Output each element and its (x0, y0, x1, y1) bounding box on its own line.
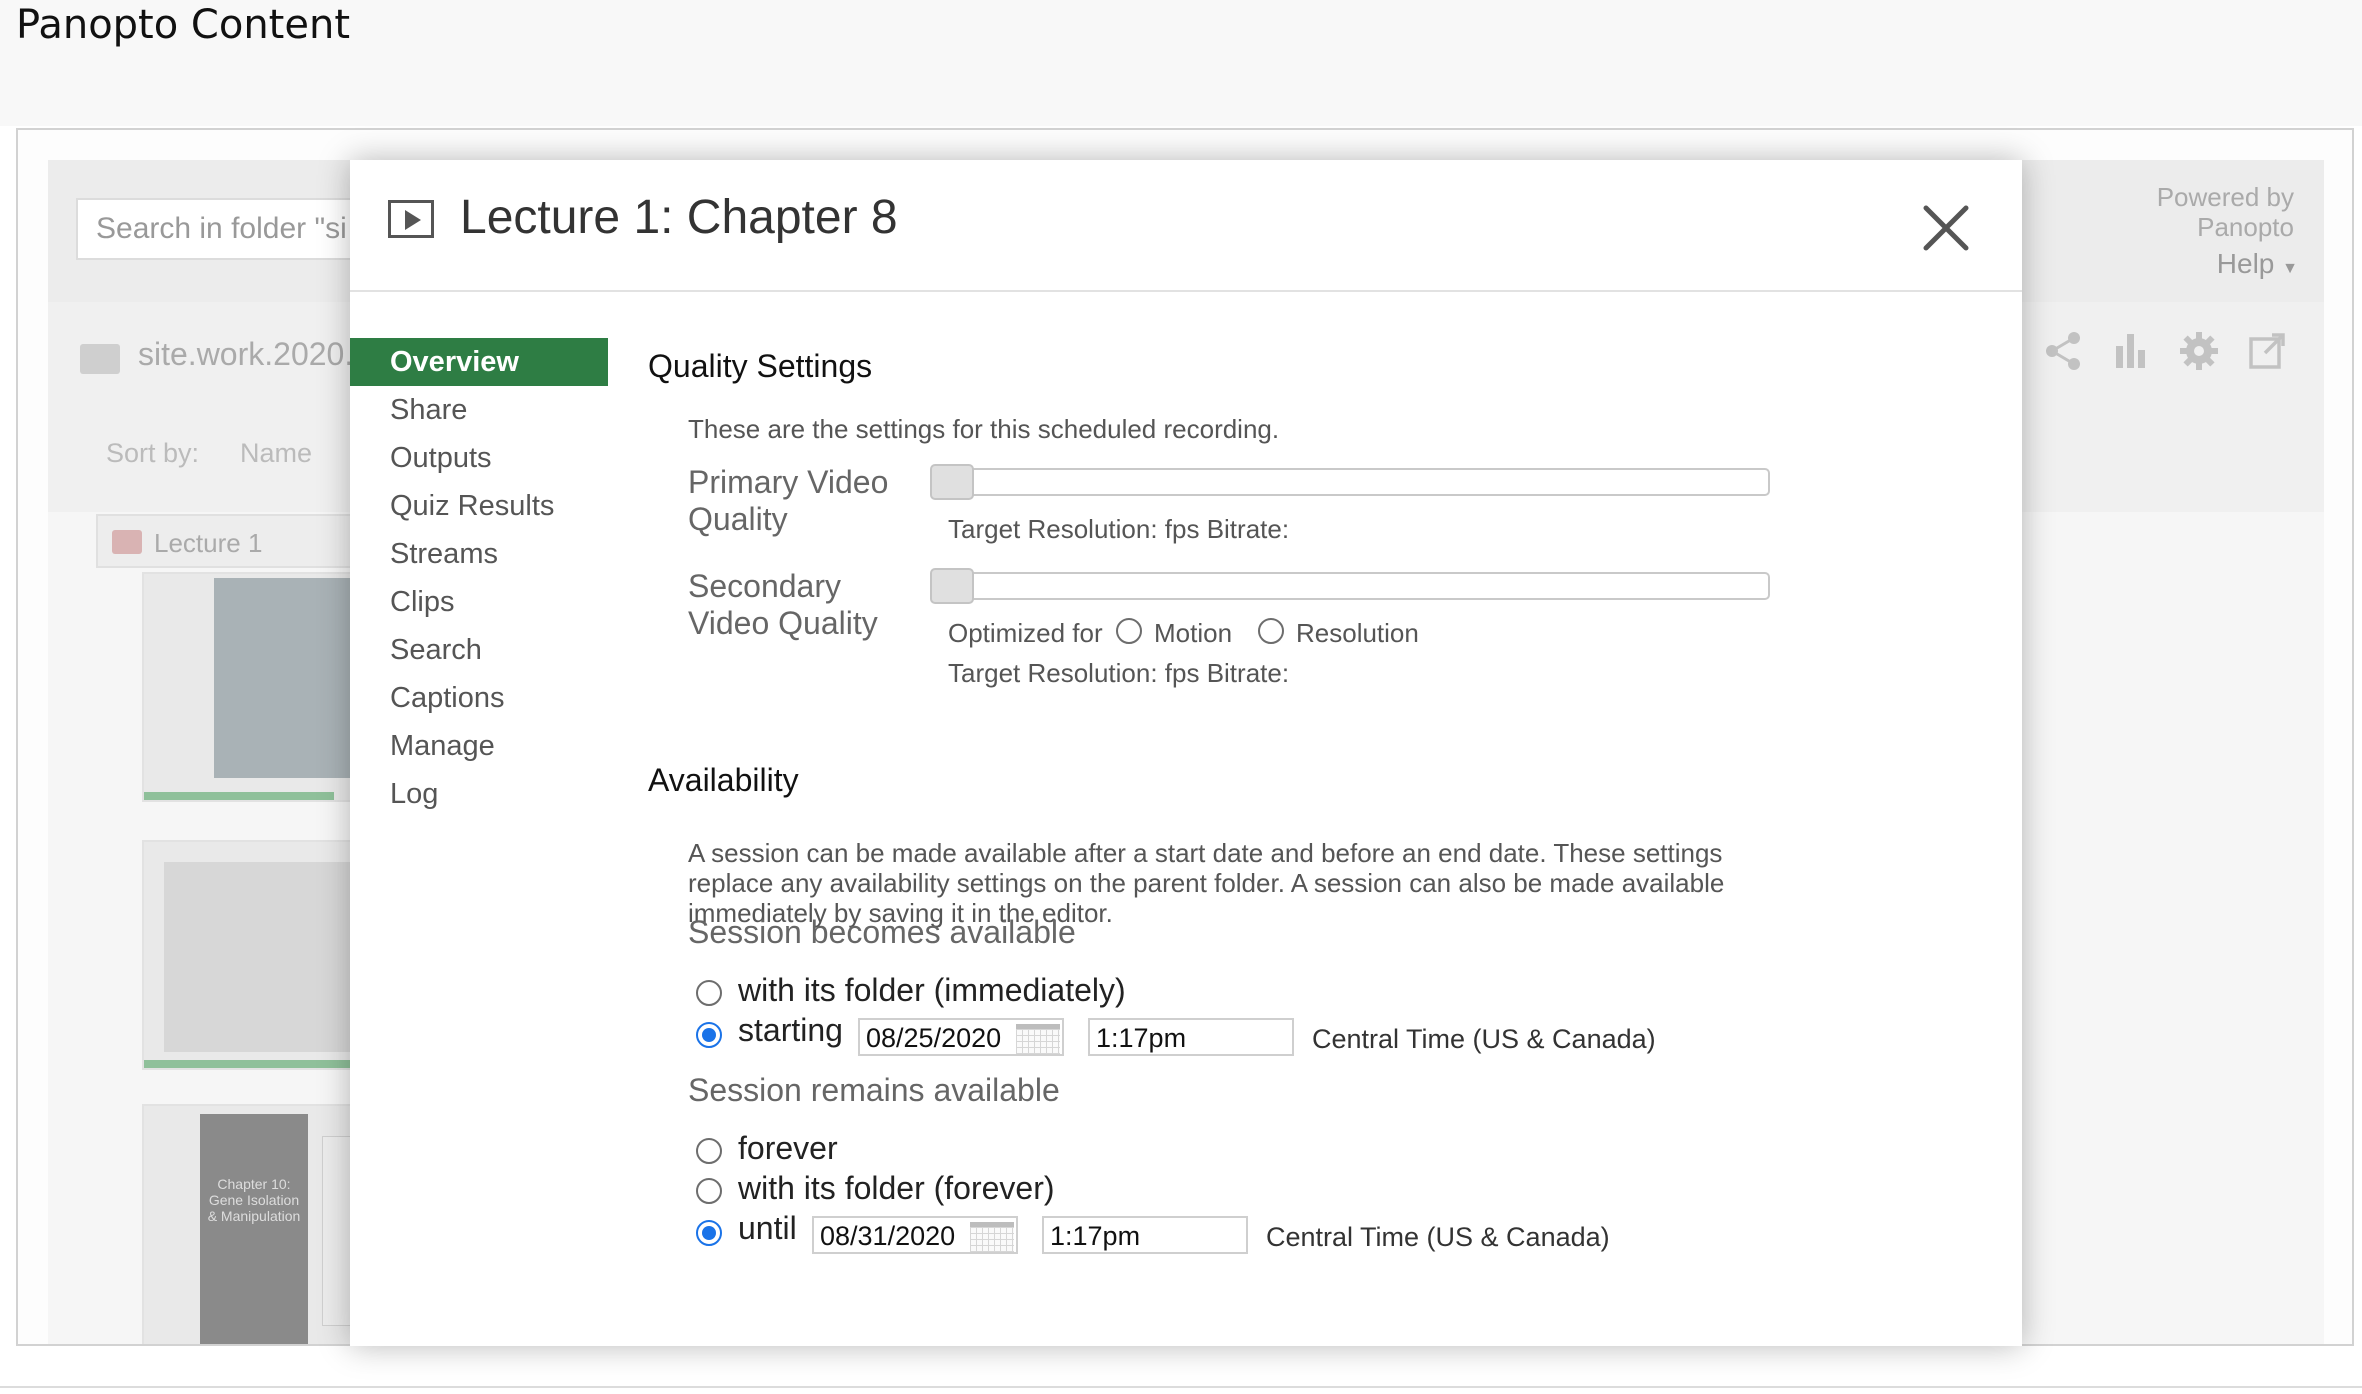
quality-settings-title: Quality Settings (648, 348, 873, 384)
thumbnail-caption: Chapter 10: Gene Isolation & Manipulatio… (207, 1176, 301, 1224)
caret-down-icon: ▼ (2282, 260, 2298, 277)
nav-item-search[interactable]: Search (350, 626, 608, 674)
motion-label: Motion (1154, 618, 1233, 648)
nav-item-clips[interactable]: Clips (350, 578, 608, 626)
optimized-for-label: Optimized for (948, 618, 1103, 648)
modal-title: Lecture 1: Chapter 8 (460, 191, 898, 244)
modal-header: Lecture 1: Chapter 8 (350, 160, 2022, 292)
primary-quality-slider[interactable] (930, 464, 1770, 500)
sort-by-label: Sort by: (106, 438, 200, 468)
folder-icon (80, 344, 120, 374)
nav-item-captions[interactable]: Captions (350, 674, 608, 722)
stats-icon[interactable] (2110, 330, 2152, 372)
start-date-value: 08/25/2020 (866, 1023, 1002, 1053)
with-folder-forever-label: with its folder (forever) (738, 1170, 1055, 1206)
secondary-label-line1: Secondary (688, 568, 841, 604)
nav-item-share[interactable]: Share (350, 386, 608, 434)
primary-target-resolution: Target Resolution: fps Bitrate: (948, 514, 1290, 544)
start-time-input[interactable]: 1:17pm (1088, 1018, 1294, 1056)
resolution-label: Resolution (1296, 618, 1419, 648)
until-radio[interactable] (696, 1220, 722, 1246)
with-folder-immediately-radio[interactable] (696, 980, 722, 1006)
with-folder-immediately-label: with its folder (immediately) (738, 972, 1126, 1008)
forever-label: forever (738, 1130, 838, 1166)
gear-icon[interactable] (2178, 330, 2220, 372)
page-header: Panopto Content (0, 0, 2362, 126)
nav-item-quiz-results[interactable]: Quiz Results (350, 482, 608, 530)
primary-label-line1: Primary Video (688, 464, 889, 500)
sort-name-label: Name (240, 438, 313, 468)
end-date-input[interactable]: 08/31/2020 (812, 1216, 1018, 1254)
session-remains-available-label: Session remains available (688, 1072, 1060, 1108)
page-title: Panopto Content (16, 2, 351, 48)
end-timezone-label: Central Time (US & Canada) (1266, 1222, 1610, 1252)
session-chip-label: Lecture 1 (154, 528, 263, 558)
starting-label: starting (738, 1012, 843, 1048)
quality-description: These are the settings for this schedule… (688, 414, 1280, 444)
close-icon[interactable] (1916, 198, 1976, 258)
session-becomes-available-label: Session becomes available (688, 914, 1076, 950)
with-folder-forever-radio[interactable] (696, 1178, 722, 1204)
folder-name[interactable]: site.work.2020. (138, 336, 353, 373)
folder-icon (112, 530, 142, 554)
secondary-quality-slider[interactable] (930, 568, 1770, 604)
start-timezone-label: Central Time (US & Canada) (1312, 1024, 1656, 1054)
end-time-input[interactable]: 1:17pm (1042, 1216, 1248, 1254)
nav-item-overview[interactable]: Overview (350, 338, 608, 386)
calendar-icon[interactable] (970, 1222, 1014, 1252)
until-label: until (738, 1210, 797, 1246)
nav-item-manage[interactable]: Manage (350, 722, 608, 770)
primary-quality-slider-handle[interactable] (930, 464, 974, 500)
primary-label-line2: Quality (688, 501, 788, 537)
motion-radio[interactable] (1116, 618, 1142, 644)
starting-radio[interactable] (696, 1022, 722, 1048)
nav-item-log[interactable]: Log (350, 770, 608, 818)
secondary-video-quality-label: Secondary Video Quality (688, 568, 878, 642)
external-link-icon[interactable] (2246, 330, 2288, 372)
help-menu[interactable]: Help ▼ (2217, 248, 2298, 280)
share-icon[interactable] (2042, 330, 2084, 372)
start-date-input[interactable]: 08/25/2020 (858, 1018, 1064, 1056)
primary-video-quality-label: Primary Video Quality (688, 464, 888, 538)
calendar-icon[interactable] (1016, 1024, 1060, 1054)
thumbnail-image (200, 1114, 308, 1344)
page-bottom-divider (0, 1386, 2362, 1388)
modal-sidebar-nav: Overview Share Outputs Quiz Results Stre… (350, 338, 608, 818)
folder-tools (2042, 330, 2288, 372)
nav-item-outputs[interactable]: Outputs (350, 434, 608, 482)
availability-title: Availability (648, 762, 799, 798)
thumbnail-progress (144, 792, 334, 800)
nav-item-streams[interactable]: Streams (350, 530, 608, 578)
help-label: Help (2216, 248, 2275, 279)
secondary-quality-slider-handle[interactable] (930, 568, 974, 604)
session-settings-modal: Lecture 1: Chapter 8 Overview Share Outp… (350, 160, 2022, 1346)
play-icon (388, 200, 434, 238)
forever-radio[interactable] (696, 1138, 722, 1164)
secondary-label-line2: Video Quality (688, 605, 878, 641)
resolution-radio[interactable] (1258, 618, 1284, 644)
powered-by-label: Powered by Panopto (2156, 182, 2294, 242)
secondary-target-resolution: Target Resolution: fps Bitrate: (948, 658, 1290, 688)
end-date-value: 08/31/2020 (820, 1221, 956, 1251)
